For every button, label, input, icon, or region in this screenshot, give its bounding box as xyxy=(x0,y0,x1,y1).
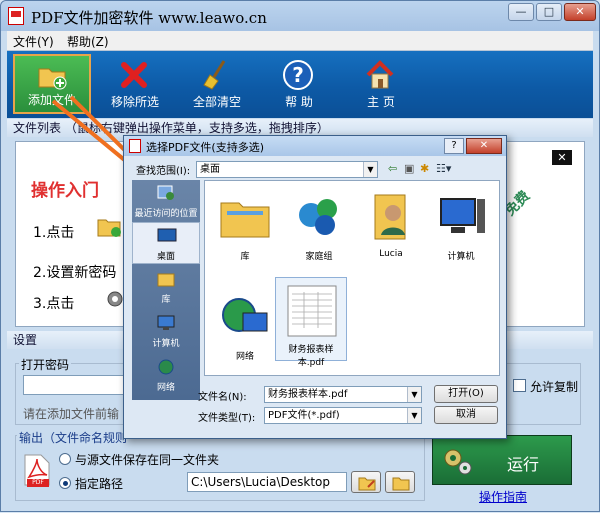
open-button[interactable]: 打开(O) xyxy=(434,385,498,403)
file-item-homegroup[interactable]: 家庭组 xyxy=(283,185,355,269)
desktop-icon xyxy=(157,228,177,242)
filetype-value: PDF文件(*.pdf) xyxy=(268,410,340,421)
chevron-down-icon: ▼ xyxy=(407,387,421,402)
file-item-label: Lucia xyxy=(379,249,403,259)
homegroup-icon xyxy=(299,199,337,235)
network-globe-icon xyxy=(222,298,268,332)
file-item-computer[interactable]: 计算机 xyxy=(425,185,497,269)
file-item-label: 库 xyxy=(240,252,250,262)
computer-icon xyxy=(157,315,175,330)
file-item-label: 财务报表样本.pdf xyxy=(288,345,334,368)
dialog-title: 选择PDF文件(支持多选) xyxy=(146,141,265,154)
look-in-value: 桌面 xyxy=(200,164,220,175)
file-item-library[interactable]: 库 xyxy=(209,185,281,269)
place-computer[interactable]: 计算机 xyxy=(132,310,200,352)
file-item-label: 网络 xyxy=(235,352,254,362)
places-bar: 最近访问的位置 桌面 库 计算机 网络 xyxy=(132,180,200,400)
place-desktop-label: 桌面 xyxy=(156,252,175,262)
recent-places-icon xyxy=(157,185,174,200)
dialog-help-button[interactable]: ? xyxy=(444,138,464,154)
cancel-button[interactable]: 取消 xyxy=(434,406,498,424)
computer-icon xyxy=(440,198,485,233)
back-arrow-icon[interactable]: ⇦ xyxy=(388,162,397,175)
up-folder-icon[interactable]: ▣ xyxy=(404,162,414,175)
place-desktop[interactable]: 桌面 xyxy=(132,222,200,264)
file-browser[interactable]: 库 家庭组 Lucia 计算机 网络 财务报表样本.pdf xyxy=(204,180,500,376)
place-recent[interactable]: 最近访问的位置 xyxy=(132,180,200,222)
file-item-lucia[interactable]: Lucia xyxy=(355,185,427,269)
user-folder-icon xyxy=(374,194,406,240)
open-file-dialog: 选择PDF文件(支持多选) ? ✕ 查找范围(I): 桌面 ▼ ⇦ ▣ ✱ ☷▾… xyxy=(123,135,507,439)
filetype-select[interactable]: PDF文件(*.pdf) ▼ xyxy=(264,407,422,424)
place-library-label: 库 xyxy=(161,295,171,305)
pdf-document-thumbnail-icon xyxy=(287,285,337,337)
file-item-pdf[interactable]: 财务报表样本.pdf xyxy=(275,277,347,368)
filename-input[interactable]: 财务报表样本.pdf ▼ xyxy=(264,386,422,403)
library-icon xyxy=(157,273,175,287)
library-folder-icon xyxy=(220,202,270,238)
file-item-label: 计算机 xyxy=(447,252,475,262)
file-item-network[interactable]: 网络 xyxy=(209,285,281,369)
place-recent-label: 最近访问的位置 xyxy=(134,209,198,219)
filename-label: 文件名(N): xyxy=(198,392,247,403)
place-network[interactable]: 网络 xyxy=(132,354,200,396)
pdf-app-icon xyxy=(129,139,141,153)
network-icon xyxy=(158,359,174,375)
new-folder-icon[interactable]: ✱ xyxy=(420,162,429,175)
file-item-label: 家庭组 xyxy=(305,252,333,262)
filetype-label: 文件类型(T): xyxy=(198,413,256,424)
chevron-down-icon: ▼ xyxy=(363,162,377,177)
place-computer-label: 计算机 xyxy=(152,339,180,349)
place-network-label: 网络 xyxy=(156,383,175,393)
view-menu-icon[interactable]: ☷▾ xyxy=(436,162,451,175)
dialog-close-button[interactable]: ✕ xyxy=(466,138,502,154)
look-in-label: 查找范围(I): xyxy=(136,166,191,177)
filename-value: 财务报表样本.pdf xyxy=(268,389,348,400)
look-in-combo[interactable]: 桌面 ▼ xyxy=(196,161,378,178)
dialog-title-bar[interactable]: 选择PDF文件(支持多选) ? ✕ xyxy=(124,136,506,156)
chevron-down-icon: ▼ xyxy=(407,408,421,423)
main-window: PDF文件加密软件 www.leawo.cn — □ ✕ 文件(Y) 帮助(Z)… xyxy=(0,0,600,512)
place-library[interactable]: 库 xyxy=(132,266,200,308)
